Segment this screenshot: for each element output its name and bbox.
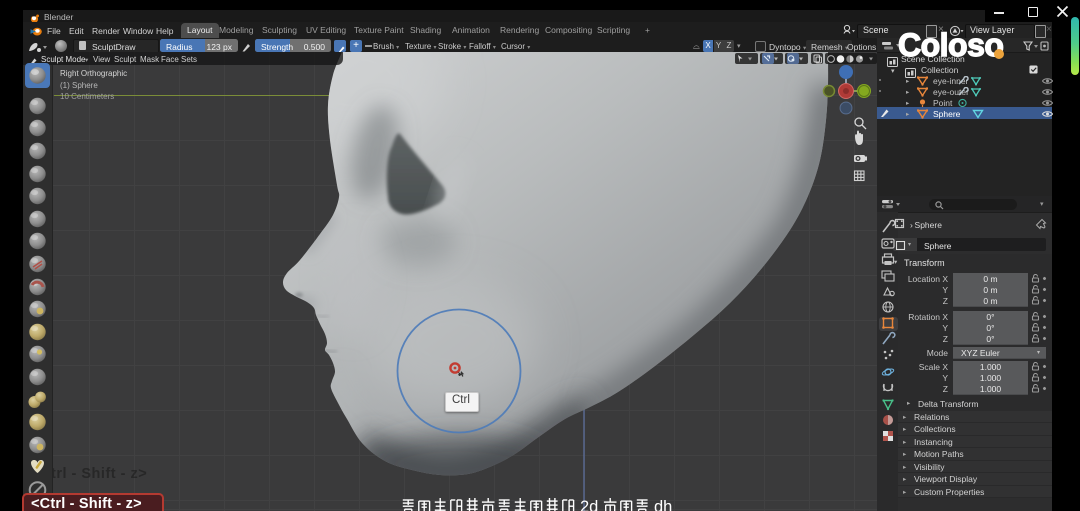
svg-text:2d: 2d: [580, 498, 598, 511]
svg-text:dh: dh: [654, 498, 672, 511]
